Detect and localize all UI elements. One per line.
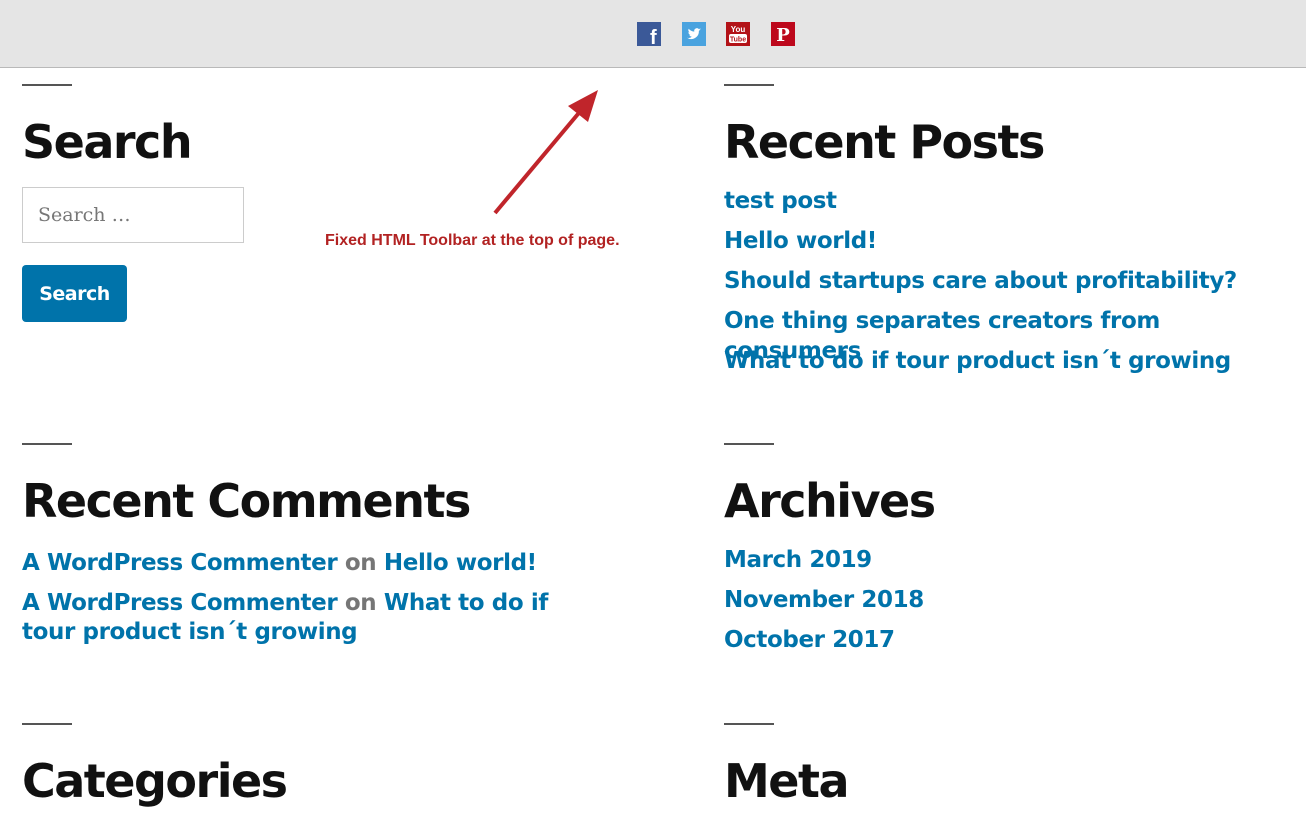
comment-author-link[interactable]: A WordPress Commenter [22,550,338,576]
recent-comments-title: Recent Comments [22,474,471,528]
pinterest-icon[interactable]: P [771,22,795,46]
facebook-icon[interactable]: f [637,22,661,46]
list-item: November 2018 [724,585,1304,625]
recent-posts-title: Recent Posts [724,115,1045,169]
meta-widget: Meta [724,723,1304,807]
widget-divider [22,443,72,445]
widget-divider [724,443,774,445]
categories-widget: Categories [22,723,622,807]
list-item: Should startups care about profitability… [724,266,1304,306]
recent-comments-list: A WordPress Commenter on Hello world! A … [22,549,662,647]
widget-divider [22,723,72,725]
list-item: One thing separates creators from consum… [724,306,1304,364]
fixed-toolbar: f You Tube P [0,0,1306,68]
archive-link[interactable]: March 2019 [724,545,872,575]
list-item: What to do if tour product isn´t growing [724,346,1304,386]
svg-text:f: f [650,27,657,46]
recent-post-link[interactable]: Hello world! [724,226,877,256]
archives-list: March 2019 November 2018 October 2017 [724,545,1304,665]
comment-separator: on [344,550,377,576]
recent-post-link[interactable]: Should startups care about profitability… [724,266,1237,296]
widget-divider [724,723,774,725]
archives-title: Archives [724,474,936,528]
youtube-icon[interactable]: You Tube [726,22,750,46]
archives-widget: Archives March 2019 November 2018 Octobe… [724,443,1304,665]
comment-author-link[interactable]: A WordPress Commenter [22,590,338,616]
recent-posts-list: test post Hello world! Should startups c… [724,186,1304,386]
widget-divider [724,84,774,86]
search-input[interactable] [22,187,244,243]
categories-title: Categories [22,754,288,808]
recent-post-link[interactable]: test post [724,186,837,216]
widget-divider [22,84,72,86]
search-widget-title: Search [22,115,193,169]
twitter-icon[interactable] [682,22,706,46]
recent-posts-widget: Recent Posts test post Hello world! Shou… [724,84,1304,386]
list-item: October 2017 [724,625,1304,665]
comment-post-link[interactable]: Hello world! [384,550,537,576]
archive-link[interactable]: October 2017 [724,625,895,655]
list-item: test post [724,186,1304,226]
svg-text:You: You [731,25,746,34]
svg-text:Tube: Tube [730,37,746,44]
svg-text:P: P [776,25,790,46]
comment-item: A WordPress Commenter on Hello world! [22,549,582,578]
list-item: March 2019 [724,545,1304,585]
recent-comments-widget: Recent Comments A WordPress Commenter on… [22,443,662,658]
meta-title: Meta [724,754,850,808]
recent-post-link[interactable]: What to do if tour product isn´t growing [724,346,1231,376]
list-item: Hello world! [724,226,1304,266]
search-widget: Search Search [22,84,622,344]
archive-link[interactable]: November 2018 [724,585,924,615]
comment-separator: on [344,590,377,616]
search-button[interactable]: Search [22,265,127,322]
comment-item: A WordPress Commenter on What to do if t… [22,589,582,647]
